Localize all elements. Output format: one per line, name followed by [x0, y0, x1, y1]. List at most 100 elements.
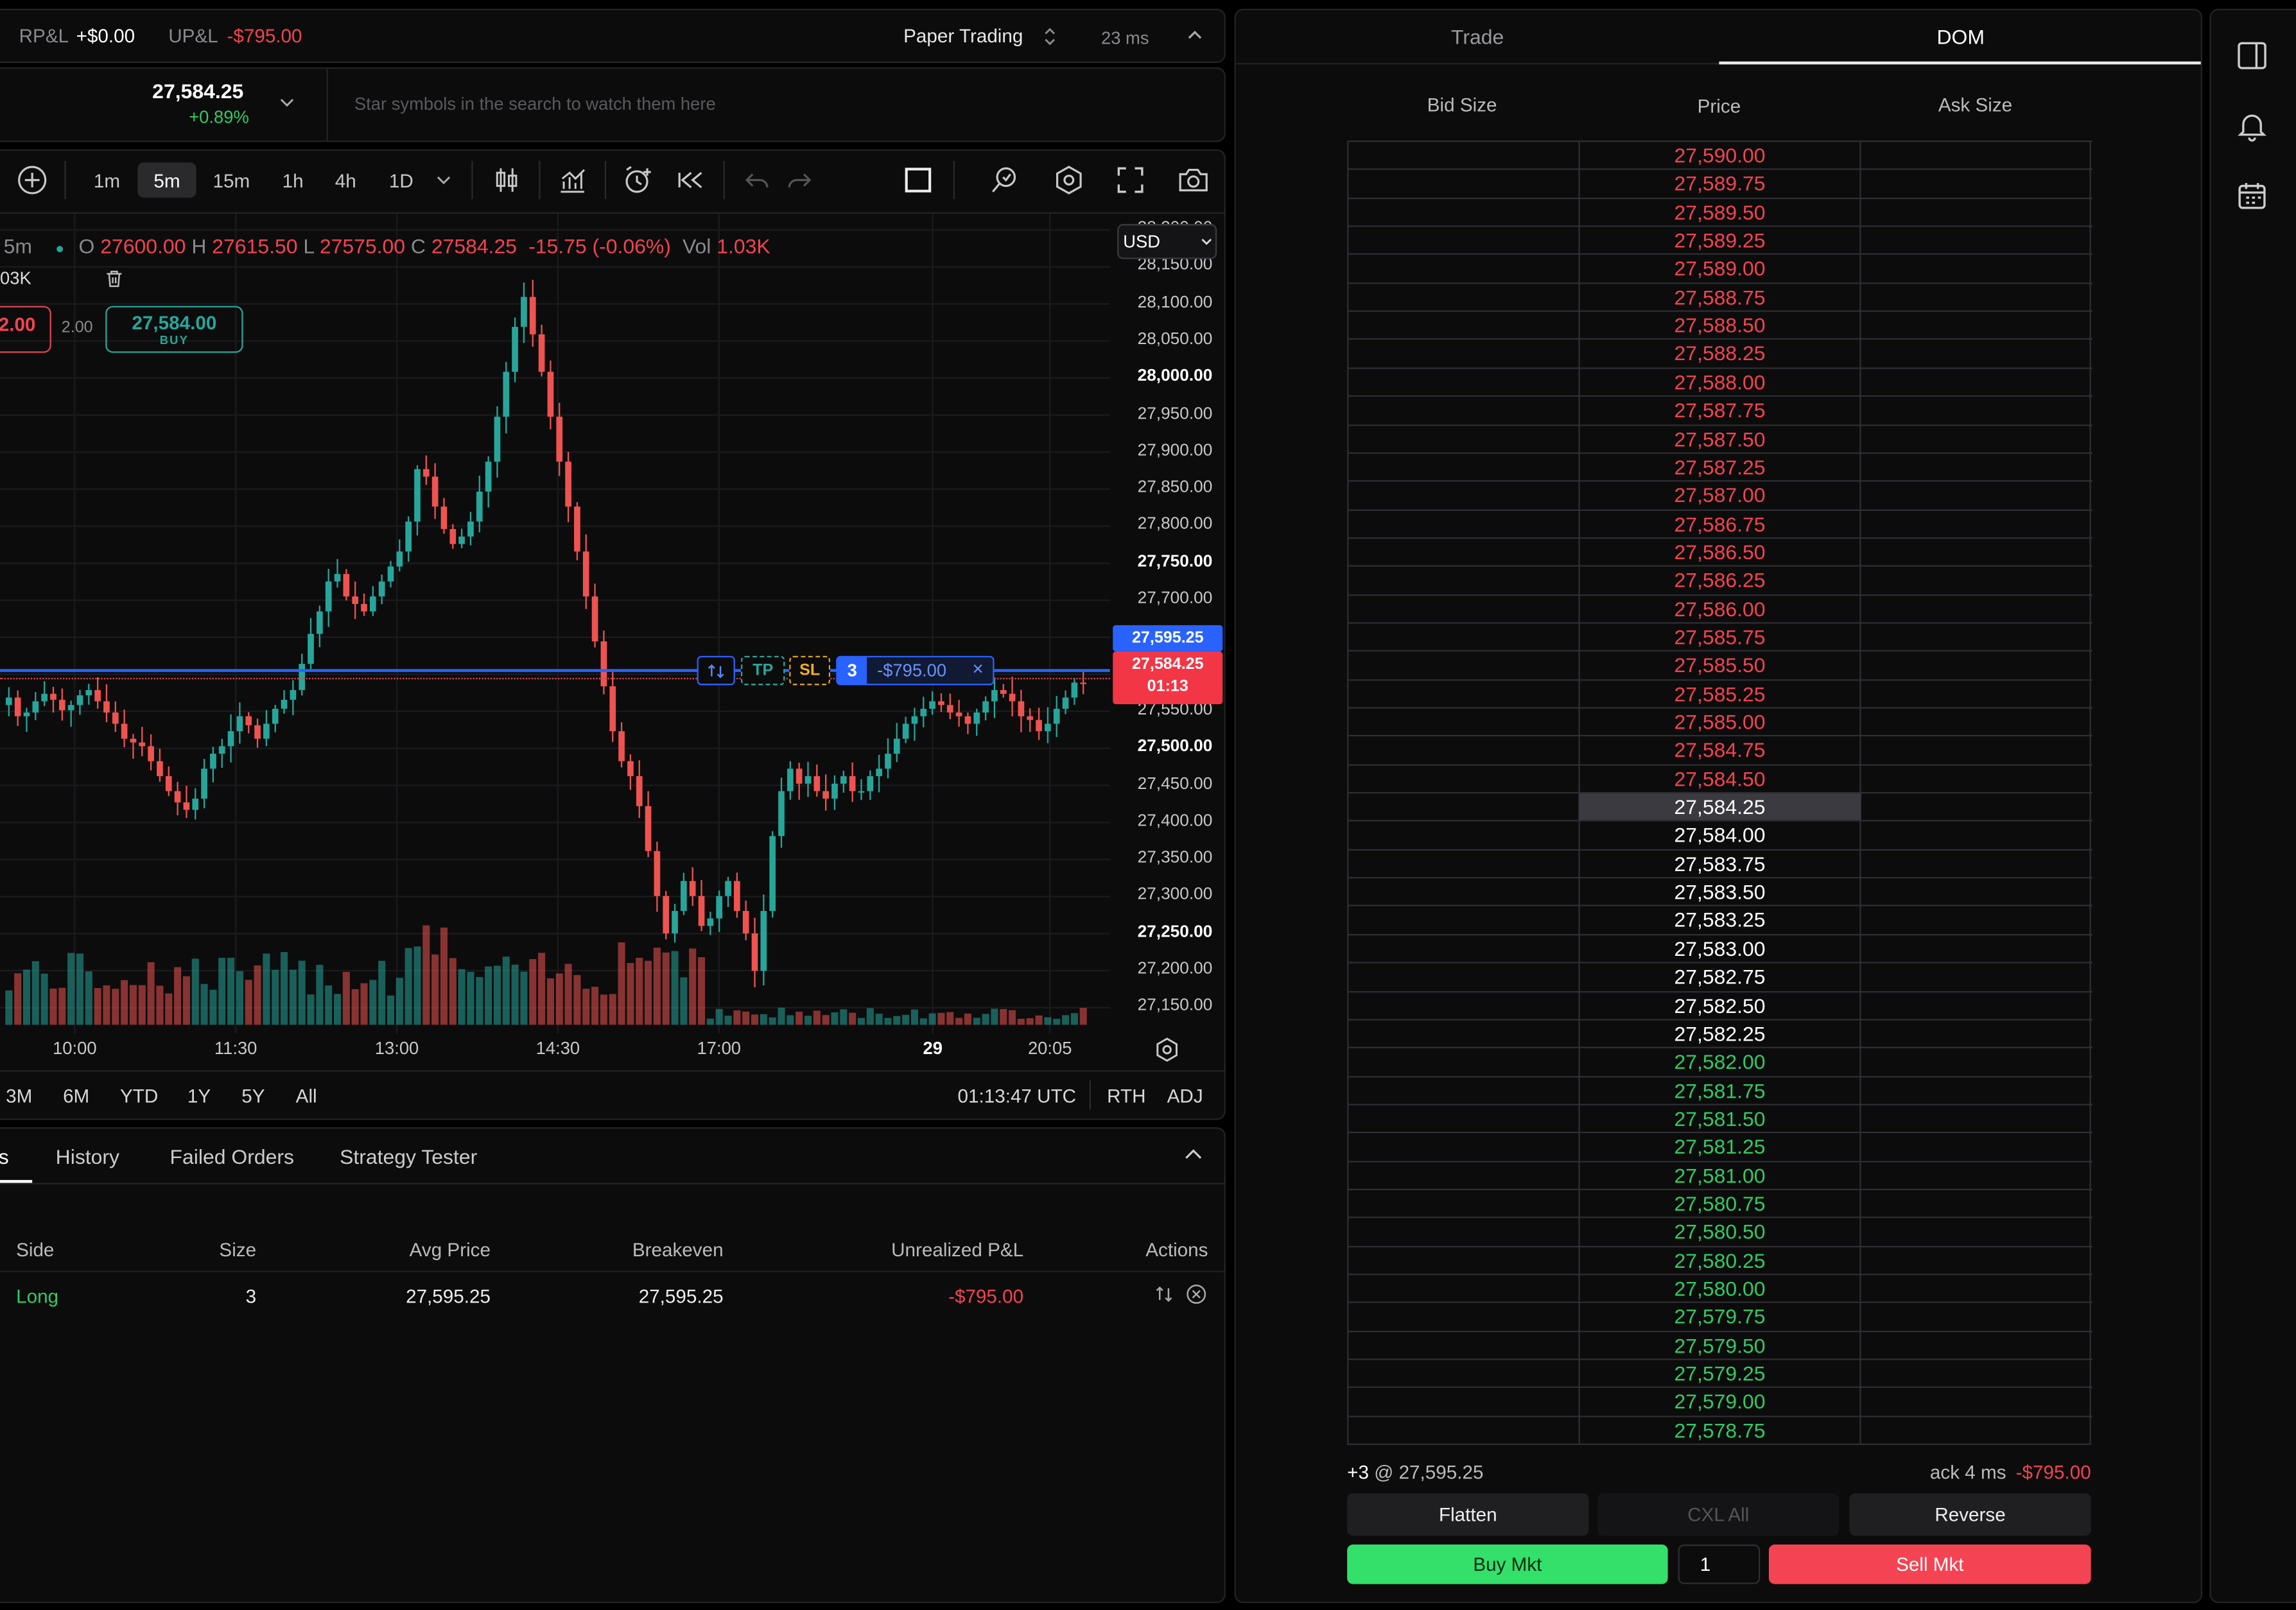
dom-row[interactable]: 27,579.75 [1348, 1302, 2092, 1330]
dom-row[interactable]: 27,585.50 [1348, 650, 2092, 679]
chevron-up-icon[interactable] [1183, 1148, 1204, 1163]
tab-dom[interactable]: DOM [1719, 25, 2200, 48]
trading-mode-select[interactable]: Paper Trading [903, 25, 1023, 47]
dom-row[interactable]: 27,581.25 [1348, 1132, 2092, 1160]
reverse-icon[interactable] [1155, 1285, 1172, 1303]
dom-row[interactable]: 27,588.00 [1348, 367, 2092, 395]
close-circle-icon[interactable] [1186, 1284, 1206, 1304]
interval-4h[interactable]: 4h [324, 162, 367, 198]
dom-row[interactable]: 27,587.00 [1348, 480, 2092, 508]
dom-row[interactable]: 27,590.00 [1348, 140, 2092, 169]
dom-row[interactable]: 27,579.25 [1348, 1358, 2092, 1387]
cancel-all-button[interactable]: CXL All [1597, 1493, 1839, 1536]
trash-icon[interactable] [105, 270, 123, 289]
gear-icon[interactable] [1154, 1037, 1180, 1063]
dom-row[interactable]: 27,581.50 [1348, 1104, 2092, 1132]
dom-row[interactable]: 27,581.00 [1348, 1160, 2092, 1189]
interval-1m[interactable]: 1m [83, 162, 130, 198]
position-label[interactable]: 3 -$795.00 × [836, 655, 995, 686]
dom-row[interactable]: 27,585.00 [1348, 707, 2092, 736]
dom-row[interactable]: 27,586.25 [1348, 565, 2092, 594]
interval-1h[interactable]: 1h [271, 162, 315, 198]
dom-row[interactable]: 27,589.25 [1348, 225, 2092, 254]
range-6m[interactable]: 6M [63, 1085, 89, 1107]
dom-row[interactable]: 27,583.50 [1348, 877, 2092, 905]
reverse-button[interactable]: Reverse [1849, 1493, 2091, 1536]
dom-row[interactable]: 27,589.50 [1348, 197, 2092, 225]
dom-row[interactable]: 27,588.25 [1348, 338, 2092, 367]
chevron-up-icon[interactable] [1186, 28, 1203, 42]
dom-row[interactable]: 27,582.00 [1348, 1047, 2092, 1075]
dom-row[interactable]: 27,580.25 [1348, 1245, 2092, 1274]
close-position-icon[interactable]: × [972, 657, 983, 679]
flatten-button[interactable]: Flatten [1347, 1493, 1589, 1536]
dom-row[interactable]: 27,584.25 [1348, 792, 2092, 822]
dom-row[interactable]: 27,583.00 [1348, 933, 2092, 962]
chevron-down-icon[interactable] [280, 97, 295, 108]
take-profit-button[interactable]: TP [740, 655, 785, 686]
dom-row[interactable]: 27,587.75 [1348, 395, 2092, 424]
sell-market-button[interactable]: Sell Mkt [1768, 1545, 2091, 1584]
table-row[interactable]: Long 3 27,595.25 27,595.25 -$795.00 [0, 1272, 1224, 1319]
layout-square-icon[interactable] [901, 162, 936, 198]
search-zoom-icon[interactable] [988, 162, 1023, 198]
range-1y[interactable]: 1Y [187, 1085, 211, 1107]
replay-icon[interactable] [674, 162, 709, 198]
candlestick-type-icon[interactable] [489, 162, 525, 198]
buy-quick-button[interactable]: 27,584.00 BUY [105, 306, 243, 353]
dom-row[interactable]: 27,586.00 [1348, 593, 2092, 622]
dom-row[interactable]: 27,584.75 [1348, 735, 2092, 764]
interval-chevron-icon[interactable] [430, 162, 457, 198]
dom-row[interactable]: 27,588.75 [1348, 282, 2092, 311]
dom-row[interactable]: 27,587.25 [1348, 452, 2092, 480]
updown-chevron-icon[interactable] [1043, 26, 1057, 47]
price-axis[interactable]: 28,200.0028,150.0028,100.0028,050.0028,0… [1110, 214, 1224, 1034]
buy-market-button[interactable]: Buy Mkt [1347, 1545, 1668, 1584]
tab-positions[interactable]: s [0, 1145, 9, 1168]
sell-quick-button[interactable]: 2.00 [0, 306, 51, 353]
dom-row[interactable]: 27,580.75 [1348, 1188, 2092, 1217]
interval-5m[interactable]: 5m [137, 162, 196, 198]
tab-history[interactable]: History [56, 1145, 119, 1168]
dom-row[interactable]: 27,584.50 [1348, 763, 2092, 792]
reverse-position-button[interactable] [697, 655, 735, 686]
tab-failed-orders[interactable]: Failed Orders [170, 1145, 294, 1168]
range-5y[interactable]: 5Y [241, 1085, 265, 1107]
dom-row[interactable]: 27,582.25 [1348, 1018, 2092, 1047]
time-axis[interactable]: 10:00 11:30 13:00 14:30 17:00 29 20:05 [0, 1034, 1110, 1066]
dom-row[interactable]: 27,585.75 [1348, 622, 2092, 650]
dom-row[interactable]: 27,589.75 [1348, 169, 2092, 197]
undo-icon[interactable] [741, 162, 773, 198]
dom-row[interactable]: 27,578.75 [1348, 1415, 2092, 1444]
redo-icon[interactable] [783, 162, 815, 198]
dom-row[interactable]: 27,589.00 [1348, 254, 2092, 282]
currency-select[interactable]: USD [1117, 223, 1217, 259]
dom-row[interactable]: 27,581.75 [1348, 1075, 2092, 1104]
dom-row[interactable]: 27,586.75 [1348, 508, 2092, 537]
quantity-input[interactable]: 1 [1678, 1545, 1761, 1584]
add-indicator-icon[interactable] [15, 162, 50, 198]
rth-toggle[interactable]: RTH [1107, 1085, 1145, 1107]
calendar-icon[interactable] [2236, 180, 2268, 212]
dom-row[interactable]: 27,579.50 [1348, 1330, 2092, 1358]
dom-row[interactable]: 27,582.50 [1348, 990, 2092, 1019]
tab-strategy-tester[interactable]: Strategy Tester [340, 1145, 477, 1168]
dom-row[interactable]: 27,580.00 [1348, 1274, 2092, 1302]
range-3m[interactable]: 3M [6, 1085, 32, 1107]
dom-row[interactable]: 27,588.50 [1348, 310, 2092, 339]
interval-15m[interactable]: 15m [204, 162, 259, 198]
settings-hex-icon[interactable] [1051, 162, 1086, 198]
fullscreen-icon[interactable] [1113, 162, 1148, 198]
dom-row[interactable]: 27,583.25 [1348, 905, 2092, 933]
dom-ladder[interactable]: 27,590.00 27,589.75 27,589.50 27,589.25 27,5… [1347, 140, 2092, 1445]
range-ytd[interactable]: YTD [120, 1085, 158, 1107]
indicators-icon[interactable] [555, 162, 590, 198]
dom-row[interactable]: 27,583.75 [1348, 849, 2092, 877]
dom-row[interactable]: 27,580.50 [1348, 1216, 2092, 1245]
range-all[interactable]: All [296, 1085, 317, 1107]
stop-loss-button[interactable]: SL [789, 655, 831, 686]
interval-1d[interactable]: 1D [378, 162, 424, 198]
dom-row[interactable]: 27,587.50 [1348, 424, 2092, 452]
dom-row[interactable]: 27,585.25 [1348, 679, 2092, 707]
dom-row[interactable]: 27,584.00 [1348, 820, 2092, 849]
